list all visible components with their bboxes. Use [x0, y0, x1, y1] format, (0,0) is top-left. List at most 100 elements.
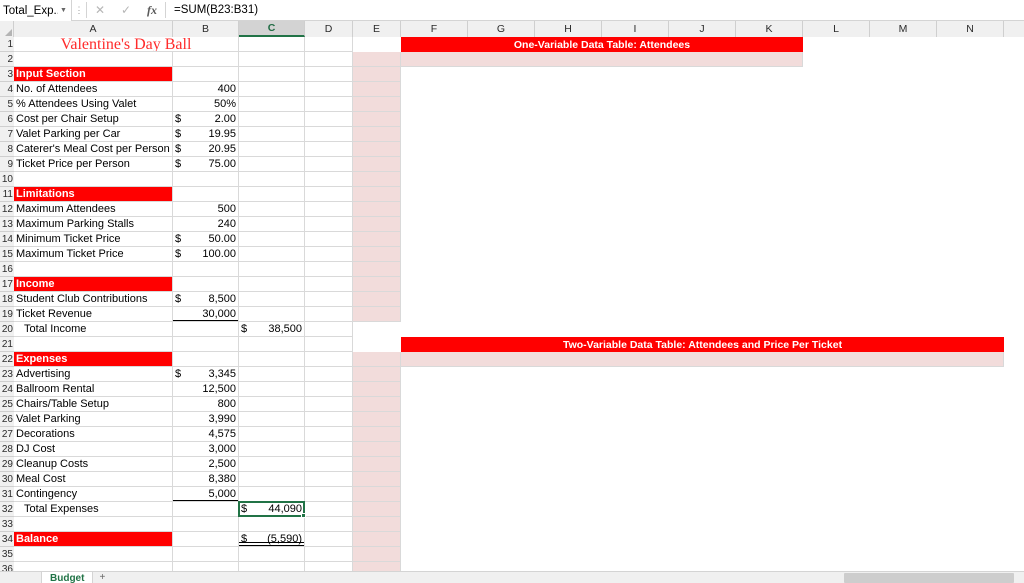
cell-D35[interactable]	[305, 547, 353, 562]
cell-E8[interactable]	[353, 142, 401, 157]
cell-C33[interactable]	[239, 517, 305, 532]
cell-B10[interactable]	[173, 172, 239, 187]
row-header-12[interactable]: 12	[0, 202, 14, 217]
label-expense-7[interactable]: Meal Cost	[14, 472, 173, 487]
section-header-input[interactable]: Input Section	[14, 67, 173, 82]
cell-E35[interactable]	[353, 547, 401, 562]
cell-D16[interactable]	[305, 262, 353, 277]
cell-D24[interactable]	[305, 382, 353, 397]
row-header-35[interactable]: 35	[0, 547, 14, 562]
cell-E34[interactable]	[353, 532, 401, 547]
cell-D26[interactable]	[305, 412, 353, 427]
label-limitation-3[interactable]: Maximum Ticket Price	[14, 247, 173, 262]
cell-E17[interactable]	[353, 277, 401, 292]
column-header-a[interactable]: A	[14, 21, 173, 37]
label-expense-2[interactable]: Chairs/Table Setup	[14, 397, 173, 412]
label-expense-1[interactable]: Ballroom Rental	[14, 382, 173, 397]
cell-D4[interactable]	[305, 82, 353, 97]
row-header-9[interactable]: 9	[0, 157, 14, 172]
cell-E22[interactable]	[353, 352, 401, 367]
cell-D33[interactable]	[305, 517, 353, 532]
row-header-31[interactable]: 31	[0, 487, 14, 502]
row-header-30[interactable]: 30	[0, 472, 14, 487]
cell-D19[interactable]	[305, 307, 353, 322]
column-header-i[interactable]: I	[602, 21, 669, 37]
cell-E6[interactable]	[353, 112, 401, 127]
cell-C11[interactable]	[239, 187, 305, 202]
value-income-0[interactable]: $8,500	[173, 292, 239, 307]
cell-C25[interactable]	[239, 397, 305, 412]
value-limitation-2[interactable]: $50.00	[173, 232, 239, 247]
cell-E32[interactable]	[353, 502, 401, 517]
label-expense-5[interactable]: DJ Cost	[14, 442, 173, 457]
row-header-15[interactable]: 15	[0, 247, 14, 262]
row-header-19[interactable]: 19	[0, 307, 14, 322]
one-variable-table-header-fill[interactable]	[401, 52, 803, 67]
cancel-icon[interactable]: ✕	[87, 0, 113, 20]
cell-C4[interactable]	[239, 82, 305, 97]
row-header-25[interactable]: 25	[0, 397, 14, 412]
cell-E4[interactable]	[353, 82, 401, 97]
label-total-income[interactable]: Total Income	[14, 322, 173, 337]
cell-C18[interactable]	[239, 292, 305, 307]
value-input-5[interactable]: $75.00	[173, 157, 239, 172]
cell-C27[interactable]	[239, 427, 305, 442]
value-expense-6[interactable]: 2,500	[173, 457, 239, 472]
cell-D15[interactable]	[305, 247, 353, 262]
label-input-4[interactable]: Caterer's Meal Cost per Person	[14, 142, 173, 157]
value-balance[interactable]: $ (5,590)	[239, 532, 305, 547]
row-header-26[interactable]: 26	[0, 412, 14, 427]
sheet-tab-budget[interactable]: Budget	[42, 572, 94, 583]
cell-D6[interactable]	[305, 112, 353, 127]
section-header-income[interactable]: Income	[14, 277, 173, 292]
cell-C28[interactable]	[239, 442, 305, 457]
cell-D13[interactable]	[305, 217, 353, 232]
cell-D12[interactable]	[305, 202, 353, 217]
cell-C22[interactable]	[239, 352, 305, 367]
cell-C12[interactable]	[239, 202, 305, 217]
row-header-24[interactable]: 24	[0, 382, 14, 397]
cell-D14[interactable]	[305, 232, 353, 247]
column-header-h[interactable]: H	[535, 21, 602, 37]
name-box[interactable]: Total_Exp... ▼	[0, 0, 72, 21]
cell-E11[interactable]	[353, 187, 401, 202]
cell-D29[interactable]	[305, 457, 353, 472]
two-variable-table-header-fill[interactable]	[401, 352, 1004, 367]
row-header-6[interactable]: 6	[0, 112, 14, 127]
row-header-32[interactable]: 32	[0, 502, 14, 517]
row-header-17[interactable]: 17	[0, 277, 14, 292]
cell-C1[interactable]	[239, 37, 305, 52]
cell-C8[interactable]	[239, 142, 305, 157]
cell-E33[interactable]	[353, 517, 401, 532]
column-header-f[interactable]: F	[401, 21, 468, 37]
cell-C9[interactable]	[239, 157, 305, 172]
cell-E16[interactable]	[353, 262, 401, 277]
cell-D28[interactable]	[305, 442, 353, 457]
label-expense-8[interactable]: Contingency	[14, 487, 173, 502]
cell-D23[interactable]	[305, 367, 353, 382]
cell-E15[interactable]	[353, 247, 401, 262]
cell-A10[interactable]	[14, 172, 173, 187]
cell-D5[interactable]	[305, 97, 353, 112]
cell-C2[interactable]	[239, 52, 305, 67]
cell-C19[interactable]	[239, 307, 305, 322]
label-expense-6[interactable]: Cleanup Costs	[14, 457, 173, 472]
one-variable-data-table-header[interactable]: One-Variable Data Table: Attendees	[401, 37, 803, 52]
cell-E25[interactable]	[353, 397, 401, 412]
row-header-29[interactable]: 29	[0, 457, 14, 472]
row-header-11[interactable]: 11	[0, 187, 14, 202]
cell-C3[interactable]	[239, 67, 305, 82]
cell-D25[interactable]	[305, 397, 353, 412]
scrollbar-thumb[interactable]	[844, 573, 1014, 583]
add-sheet-icon[interactable]: +	[93, 572, 111, 583]
cell-D20[interactable]	[305, 322, 353, 337]
cell-C7[interactable]	[239, 127, 305, 142]
label-income-1[interactable]: Ticket Revenue	[14, 307, 173, 322]
column-header-b[interactable]: B	[173, 21, 239, 37]
row-header-14[interactable]: 14	[0, 232, 14, 247]
row-header-21[interactable]: 21	[0, 337, 14, 352]
cell-B2[interactable]	[173, 52, 239, 67]
row-header-8[interactable]: 8	[0, 142, 14, 157]
cell-C10[interactable]	[239, 172, 305, 187]
value-limitation-3[interactable]: $100.00	[173, 247, 239, 262]
